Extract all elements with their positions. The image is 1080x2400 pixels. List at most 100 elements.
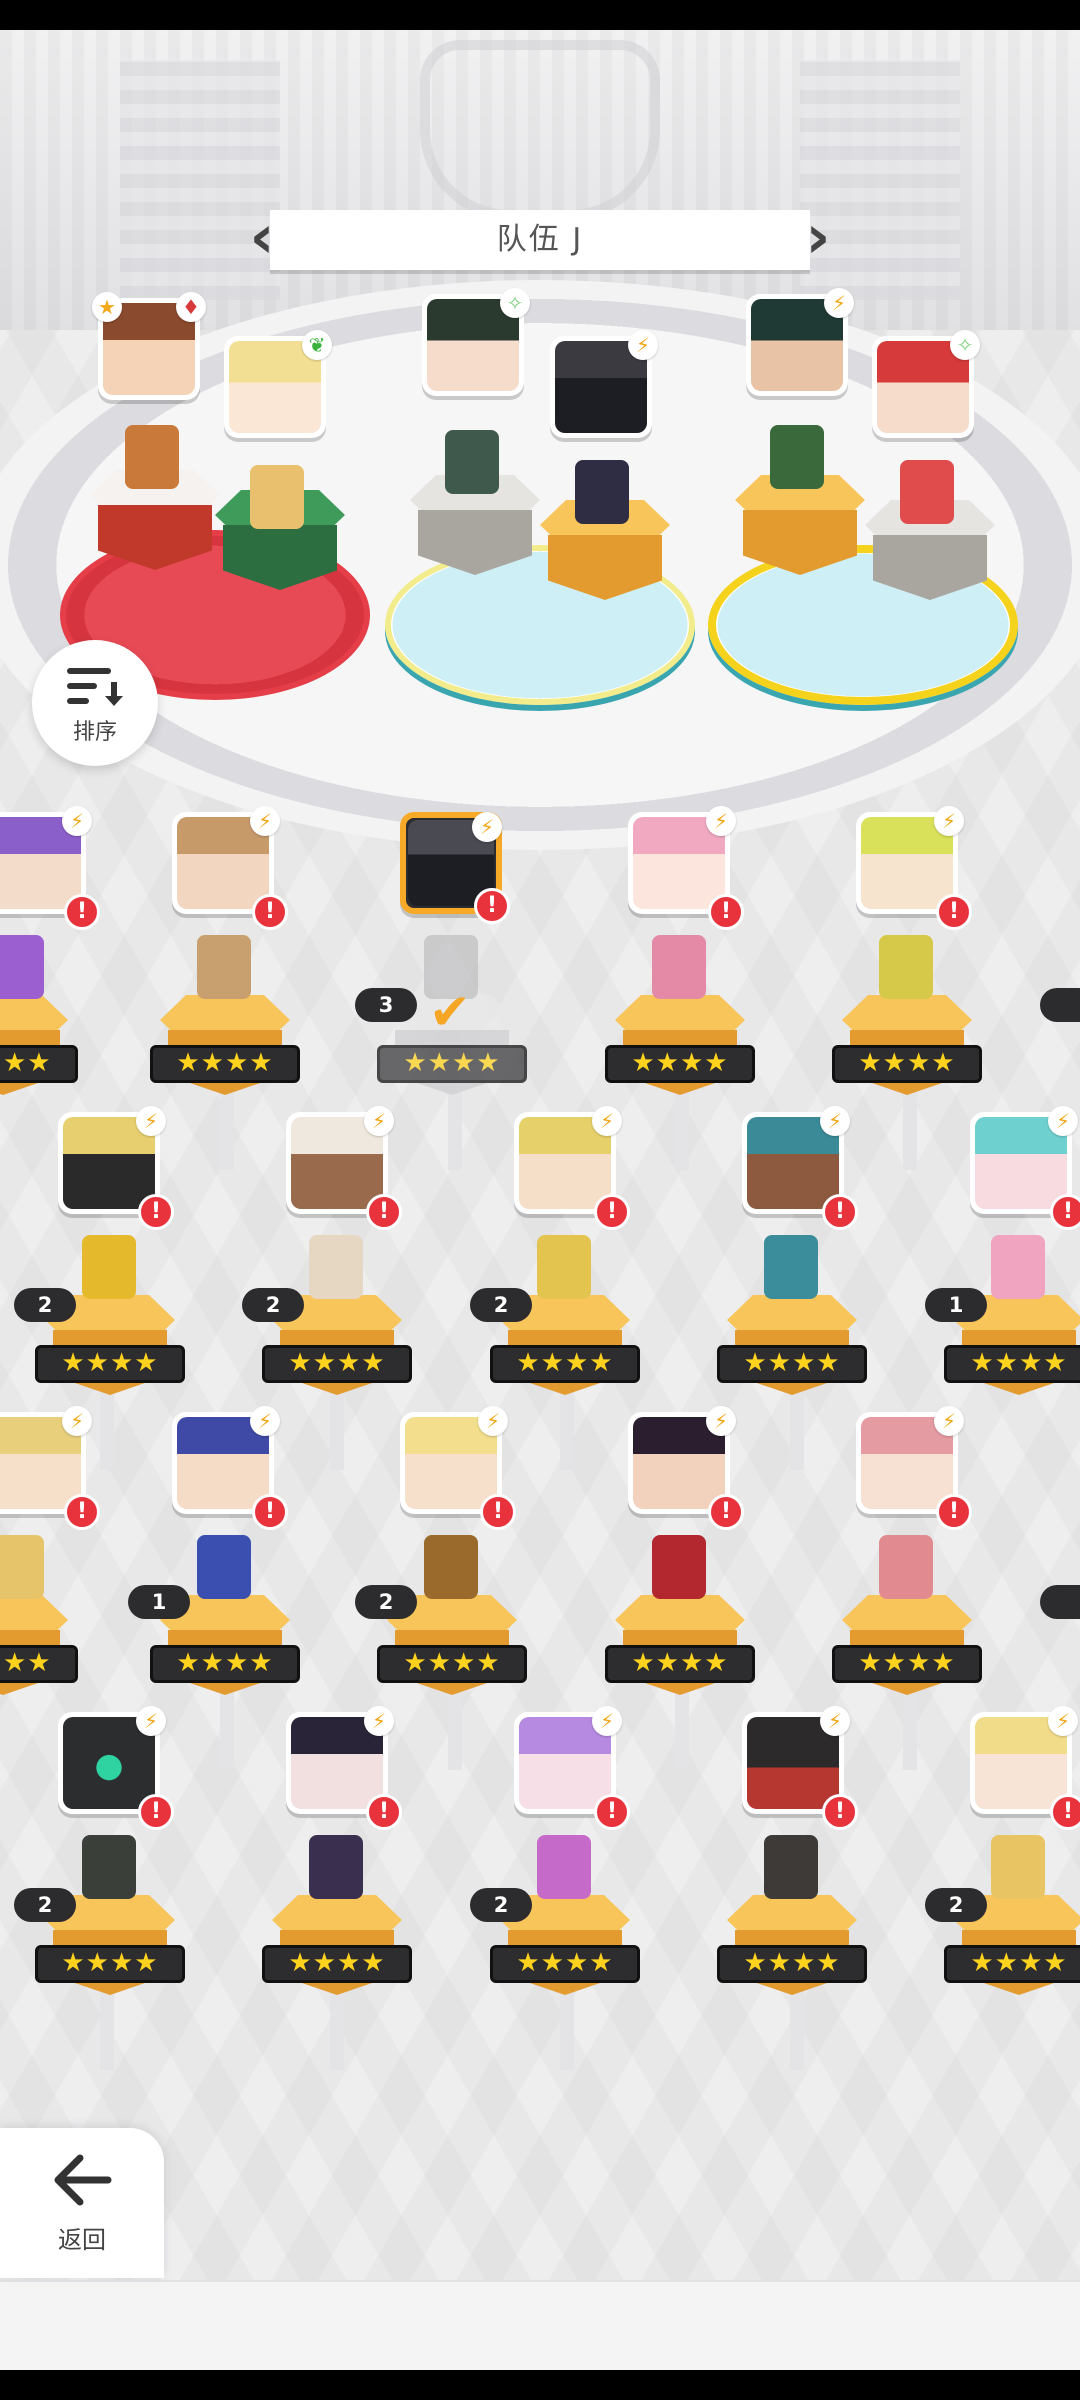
sort-button[interactable]: 排序 — [32, 640, 158, 766]
lightning-icon: ⚡ — [592, 1706, 622, 1736]
formation-hero-portrait[interactable]: ✧ — [422, 288, 530, 396]
hero-sprite — [652, 935, 706, 999]
roster-hero-portrait[interactable]: ⚡ ! — [172, 806, 288, 930]
hero-sprite — [652, 1535, 706, 1599]
hero-sprite — [575, 460, 629, 524]
roster-hero-portrait[interactable]: ⚡ ! — [514, 1106, 630, 1230]
roster-hero-portrait[interactable]: ⚡ ! — [0, 806, 100, 930]
lightning-icon: ⚡ — [820, 1706, 850, 1736]
sort-descending-icon — [67, 668, 123, 706]
lightning-icon: ⚡ — [1048, 1706, 1078, 1736]
roster-hero-portrait[interactable]: ⚡ ! — [628, 1406, 744, 1530]
alert-icon: ! — [64, 1494, 100, 1530]
copy-count-badge: 2 — [355, 1585, 417, 1619]
hero-sprite — [424, 1535, 478, 1599]
star-icon: ★ — [92, 292, 122, 322]
alert-icon: ! — [138, 1194, 174, 1230]
lightning-icon: ⚡ — [364, 1106, 394, 1136]
chevron-right-icon[interactable]: › — [796, 205, 840, 275]
roster-stand[interactable]: ★★★★ — [262, 1895, 412, 2005]
bottom-strip — [0, 2280, 1080, 2370]
copy-count-badge — [1040, 988, 1080, 1022]
copy-count-badge: 2 — [14, 1888, 76, 1922]
status-bar — [0, 0, 1080, 30]
formation-hero-portrait[interactable]: ⚡ — [550, 330, 658, 438]
roster-hero-portrait[interactable]: ⚡ ! — [970, 1106, 1080, 1230]
copy-count-badge: 2 — [14, 1288, 76, 1322]
arrow-left-icon — [54, 2154, 112, 2206]
alert-icon: ! — [594, 1194, 630, 1230]
copy-count-badge: 1 — [925, 1288, 987, 1322]
formation-hero-portrait[interactable]: ✧ — [872, 330, 980, 438]
hero-sprite — [309, 1835, 363, 1899]
hero-sprite — [537, 1835, 591, 1899]
hero-sprite — [0, 1535, 44, 1599]
roster-hero-portrait[interactable]: ⚡ ! — [970, 1706, 1080, 1830]
arena-emblem — [420, 40, 660, 220]
roster-hero-portrait[interactable]: ⚡ ! — [286, 1106, 402, 1230]
roster-hero-portrait[interactable]: ⚡ ! — [0, 1406, 100, 1530]
back-button[interactable]: 返回 — [0, 2128, 164, 2278]
roster-stand[interactable]: ★★★★ — [0, 995, 78, 1105]
roster-hero-portrait[interactable]: ⚡ ! — [628, 806, 744, 930]
formation-hero-portrait[interactable]: ⚡ — [746, 288, 854, 396]
hero-sprite — [879, 1535, 933, 1599]
hero-sprite — [0, 935, 44, 999]
copy-count-badge: 2 — [470, 1288, 532, 1322]
alert-icon: ! — [480, 1494, 516, 1530]
hero-sprite — [125, 425, 179, 489]
lightning-icon: ⚡ — [62, 1406, 92, 1436]
formation-hero-portrait[interactable]: ★ ♦ — [92, 292, 206, 400]
hero-sprite — [197, 1535, 251, 1599]
roster-hero-portrait[interactable]: ⚡ ! — [742, 1706, 858, 1830]
roster-hero-portrait[interactable]: ⚡ ! — [514, 1706, 630, 1830]
hero-sprite — [764, 1235, 818, 1299]
formation-hero-portrait[interactable]: ❦ — [224, 330, 332, 438]
roster-hero-portrait[interactable]: ⚡ ! — [742, 1106, 858, 1230]
lightning-icon: ⚡ — [628, 330, 658, 360]
roster-stand[interactable]: ★★★★ — [832, 1595, 982, 1705]
hero-sprite — [879, 935, 933, 999]
roster-hero-portrait[interactable]: ⚡ ! — [856, 1406, 972, 1530]
roster-hero-portrait[interactable]: ⚡ ! — [58, 1706, 174, 1830]
roster-stand[interactable]: ★★★★ — [717, 1895, 867, 2005]
hero-sprite — [445, 430, 499, 494]
hero-sprite — [537, 1235, 591, 1299]
roster-stand[interactable]: ★★★★ — [717, 1295, 867, 1405]
copy-count-badge: 1 — [128, 1585, 190, 1619]
leaf-icon: ❦ — [302, 330, 332, 360]
lightning-icon: ⚡ — [824, 288, 854, 318]
lightning-icon: ⚡ — [136, 1706, 166, 1736]
roster-stand[interactable]: ★★★★ — [150, 995, 300, 1105]
roster-stand[interactable]: ★★★★ — [832, 995, 982, 1105]
back-label: 返回 — [58, 2226, 106, 2254]
lightning-icon: ⚡ — [62, 806, 92, 836]
alert-icon: ! — [1050, 1194, 1080, 1230]
roster-hero-portrait-selected[interactable]: ⚡ ! — [400, 812, 510, 924]
formation-stand — [725, 475, 875, 585]
team-title: 队伍 J — [496, 222, 584, 257]
alert-icon: ! — [822, 1794, 858, 1830]
alert-icon: ! — [822, 1194, 858, 1230]
lightning-icon: ⚡ — [820, 1106, 850, 1136]
roster-hero-portrait[interactable]: ⚡ ! — [58, 1106, 174, 1230]
hero-sprite — [764, 1835, 818, 1899]
roster-hero-portrait[interactable]: ⚡ ! — [172, 1406, 288, 1530]
roster-hero-portrait[interactable]: ⚡ ! — [286, 1706, 402, 1830]
navigation-bar — [0, 2370, 1080, 2400]
lightning-icon: ⚡ — [934, 1406, 964, 1436]
roster-stand[interactable]: ★★★★ — [605, 995, 755, 1105]
hero-sprite — [991, 1235, 1045, 1299]
sparkle-icon: ✧ — [950, 330, 980, 360]
roster-hero-portrait[interactable]: ⚡ ! — [400, 1406, 516, 1530]
hero-sprite — [82, 1235, 136, 1299]
alert-icon: ! — [936, 1494, 972, 1530]
copy-count-badge — [1040, 1585, 1080, 1619]
roster-stand[interactable]: ★★★★ — [0, 1595, 78, 1705]
lightning-icon: ⚡ — [478, 1406, 508, 1436]
chevron-left-icon[interactable]: ‹ — [240, 205, 284, 275]
roster-stand[interactable]: ★★★★ — [605, 1595, 755, 1705]
roster-hero-portrait[interactable]: ⚡ ! — [856, 806, 972, 930]
alert-icon: ! — [708, 1494, 744, 1530]
hero-sprite — [900, 460, 954, 524]
